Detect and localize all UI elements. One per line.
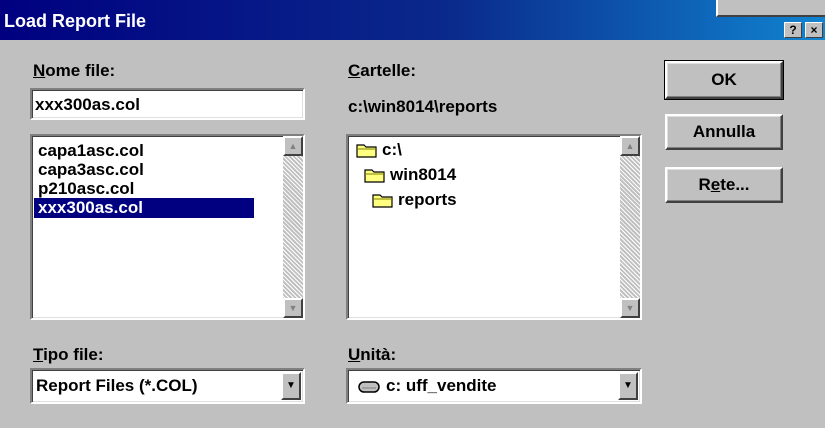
ok-button[interactable]: OK bbox=[664, 60, 784, 100]
current-path: c:\win8014\reports bbox=[348, 97, 498, 116]
help-button[interactable]: ? bbox=[784, 22, 802, 38]
chevron-down-icon[interactable]: ▼ bbox=[618, 372, 638, 400]
file-type-value: Report Files (*.COL) bbox=[36, 376, 198, 395]
folder-tree-item[interactable]: reports bbox=[398, 190, 457, 210]
background-window-fragment bbox=[716, 0, 825, 17]
scroll-up-icon[interactable]: ▲ bbox=[620, 136, 640, 156]
folder-tree-item[interactable]: win8014 bbox=[390, 165, 456, 185]
close-button[interactable]: × bbox=[805, 22, 823, 38]
scroll-up-icon[interactable]: ▲ bbox=[283, 136, 303, 156]
folders-label: Cartelle: bbox=[348, 61, 417, 80]
file-type-label: Tipo file: bbox=[33, 345, 104, 364]
filename-label: Nome file: bbox=[33, 61, 116, 80]
network-button[interactable]: Rete... bbox=[665, 167, 783, 203]
drive-value: c: uff_vendite bbox=[386, 376, 497, 395]
scroll-down-icon[interactable]: ▼ bbox=[283, 298, 303, 318]
folder-icon bbox=[372, 192, 393, 208]
drive-select[interactable]: c: uff_vendite ▼ bbox=[346, 368, 642, 404]
help-icon: ? bbox=[789, 23, 797, 37]
file-list-item[interactable]: capa3asc.col bbox=[34, 160, 249, 180]
folder-icon bbox=[356, 142, 377, 158]
hard-drive-icon bbox=[358, 381, 380, 393]
file-list[interactable]: capa1asc.col capa3asc.col p210asc.col xxx30… bbox=[30, 134, 305, 320]
file-list-item[interactable]: xxx300as.col bbox=[34, 198, 254, 218]
folder-tree[interactable]: c:\ win8014 reports ▲ ▼ bbox=[346, 134, 642, 320]
file-list-item[interactable]: p210asc.col bbox=[34, 179, 249, 199]
scroll-down-icon[interactable]: ▼ bbox=[620, 298, 640, 318]
file-list-item[interactable]: capa1asc.col bbox=[34, 141, 249, 161]
chevron-down-icon[interactable]: ▼ bbox=[281, 372, 301, 400]
file-type-select[interactable]: Report Files (*.COL) ▼ bbox=[30, 368, 305, 404]
close-icon: × bbox=[810, 23, 818, 37]
file-list-scrollbar[interactable]: ▲ ▼ bbox=[283, 136, 303, 318]
filename-field[interactable]: xxx300as.col bbox=[30, 88, 305, 120]
folder-tree-scrollbar[interactable]: ▲ ▼ bbox=[620, 136, 640, 318]
folder-icon bbox=[364, 167, 385, 183]
window-title: Load Report File bbox=[4, 11, 147, 31]
folder-tree-item[interactable]: c:\ bbox=[382, 140, 402, 160]
drive-label: Unità: bbox=[348, 345, 397, 364]
cancel-button[interactable]: Annulla bbox=[665, 114, 783, 150]
filename-value: xxx300as.col bbox=[35, 95, 140, 114]
